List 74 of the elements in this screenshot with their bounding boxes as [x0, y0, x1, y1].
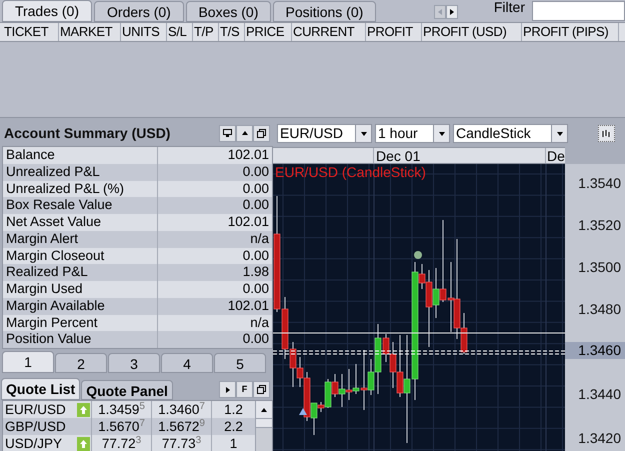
column-header[interactable]: MARKET — [59, 23, 121, 41]
bid-price[interactable]: 77.72$^{3}$ — [91, 435, 152, 451]
filter-field[interactable] — [532, 1, 625, 21]
tab[interactable]: 5 — [214, 353, 266, 373]
filter-label: Filter — [494, 0, 525, 17]
spread-value: 1 — [228, 435, 238, 451]
summary-value: 0.00 — [242, 180, 270, 198]
current-price-label: 1.3460 — [565, 342, 625, 359]
date-label: De — [546, 148, 565, 163]
summary-value: 0.00 — [242, 331, 270, 348]
summary-value: n/a — [249, 314, 270, 332]
scrollbar-thumb[interactable] — [256, 418, 272, 428]
detach-icon[interactable] — [253, 381, 270, 398]
tab[interactable]: Trades (0) — [2, 0, 92, 22]
tab[interactable]: Quote List — [1, 378, 80, 400]
quote-pair[interactable]: GBP/USD — [3, 418, 75, 435]
tab[interactable]: 3 — [108, 353, 160, 373]
price-label: 1.3540 — [578, 176, 621, 190]
quote-pair[interactable]: USD/JPY — [3, 435, 75, 451]
dropdown[interactable]: EUR/USD — [277, 124, 372, 143]
price-label: 1.3500 — [578, 260, 621, 274]
scroll-right-icon[interactable] — [446, 5, 458, 19]
tab[interactable]: 2 — [55, 353, 107, 373]
triangle-marker-icon — [299, 408, 307, 415]
chart-legend: EUR/USD (CandleStick) — [275, 165, 426, 179]
column-header[interactable]: PROFIT (PIPS) — [522, 23, 619, 41]
price-label: 1.3520 — [578, 218, 621, 232]
indicator-icon[interactable] — [598, 125, 615, 142]
summary-value: 1.98 — [242, 264, 270, 281]
summary-value: 102.01 — [226, 214, 270, 231]
caret-icon[interactable] — [551, 125, 567, 142]
price-label: 1.3440 — [578, 387, 621, 401]
dropdown[interactable]: CandleStick — [453, 124, 568, 143]
monitor-icon[interactable] — [219, 124, 236, 142]
tab[interactable]: Positions (0) — [272, 1, 376, 22]
summary-value: 102.01 — [226, 298, 270, 314]
column-header[interactable]: PROFIT — [366, 23, 422, 41]
column-header[interactable]: UNITS — [121, 23, 167, 41]
dropdown[interactable]: 1 hour — [375, 124, 450, 143]
detach-icon[interactable] — [253, 124, 270, 142]
panel-title: Account Summary (USD) — [4, 124, 170, 143]
summary-value: 0.00 — [242, 248, 270, 264]
summary-label: Position Value — [3, 331, 158, 348]
play-icon[interactable] — [219, 381, 236, 398]
column-header[interactable]: PROFIT (USD) — [422, 23, 522, 41]
price-label: 1.3420 — [578, 431, 621, 445]
filter-button[interactable]: F — [236, 381, 253, 398]
summary-value: 0.00 — [242, 197, 270, 214]
quote-pair[interactable]: EUR/USD — [3, 401, 75, 418]
ask-price[interactable]: 77.73$^{3}$ — [152, 435, 212, 451]
column-header[interactable]: T/P — [193, 23, 219, 41]
collapse-icon[interactable] — [236, 124, 253, 142]
summary-value: 0.00 — [242, 164, 270, 180]
tab[interactable]: Boxes (0) — [186, 1, 271, 22]
summary-value: n/a — [249, 230, 270, 248]
column-header[interactable]: T/S — [219, 23, 245, 41]
marker-dot — [414, 251, 422, 259]
scroll-up-icon[interactable] — [256, 401, 272, 418]
tab[interactable]: Quote Panel — [81, 380, 173, 400]
column-header[interactable]: S/L — [167, 23, 193, 41]
tab[interactable]: 1 — [2, 351, 54, 373]
caret-icon[interactable] — [433, 125, 449, 142]
caret-icon[interactable] — [355, 125, 371, 142]
spread-value: 2.2 — [223, 418, 244, 435]
spread-value: 1.2 — [223, 401, 244, 418]
tab[interactable]: Orders (0) — [94, 1, 184, 22]
summary-value: 102.01 — [226, 147, 270, 164]
tab[interactable]: 4 — [161, 353, 213, 373]
price-label: 1.3480 — [578, 302, 621, 316]
column-header[interactable]: CURRENT — [292, 23, 366, 41]
date-label: Dec 01 — [374, 148, 546, 163]
summary-value: 0.00 — [242, 281, 270, 298]
column-header[interactable]: TICKET — [3, 23, 59, 41]
column-header[interactable]: PRICE — [245, 23, 292, 41]
